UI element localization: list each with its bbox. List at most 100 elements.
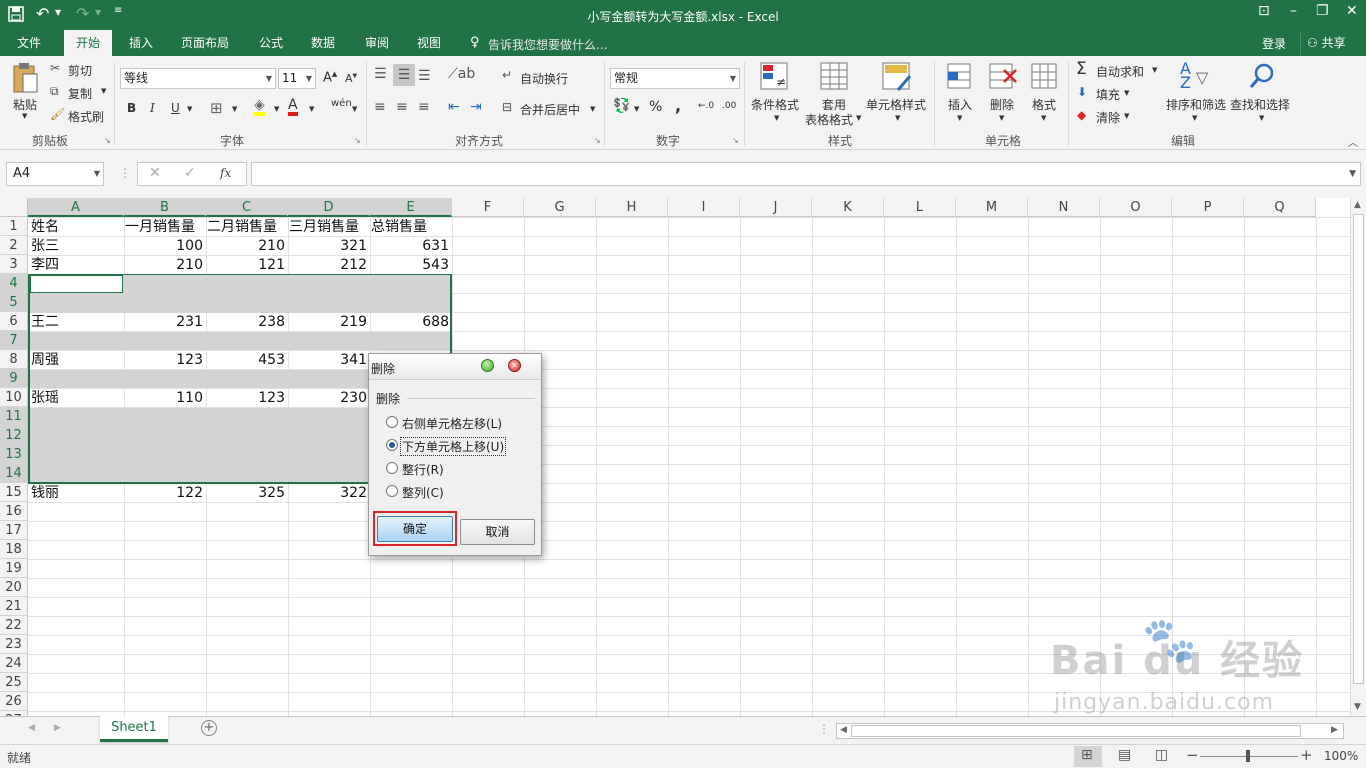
orientation-icon[interactable]: ⟋ab: [448, 66, 475, 82]
paste-icon[interactable]: [11, 62, 39, 94]
conditional-formatting-icon[interactable]: ≠: [760, 62, 790, 92]
copy-button[interactable]: 复制: [68, 85, 92, 102]
clipboard-launcher-icon[interactable]: ↘: [104, 136, 111, 145]
row-header-7[interactable]: 7: [0, 331, 28, 350]
tell-me-box[interactable]: 告诉我您想要做什么...: [488, 36, 607, 53]
undo-icon[interactable]: ↶: [36, 4, 49, 23]
restore-icon[interactable]: ❐: [1316, 3, 1329, 19]
tab-file[interactable]: 文件: [0, 30, 58, 56]
selected-range-row7[interactable]: [29, 332, 451, 350]
tab-insert[interactable]: 插入: [118, 30, 164, 56]
alignment-launcher-icon[interactable]: ↘: [594, 136, 601, 145]
cell-d10[interactable]: 230: [288, 389, 369, 408]
merge-dropdown-icon[interactable]: ▼: [590, 105, 595, 113]
insert-dropdown-icon[interactable]: ▼: [957, 114, 962, 122]
worksheet-grid[interactable]: ABCDEFGHIJKLMNOPQ 1 2 3 4 5 6 7 8 9 10 11 12 13 14 15 1…: [0, 198, 1350, 716]
login-link[interactable]: 登录: [1262, 35, 1286, 52]
cell-a1[interactable]: 姓名: [31, 218, 123, 237]
column-header-m[interactable]: M: [956, 198, 1028, 217]
number-launcher-icon[interactable]: ↘: [732, 136, 739, 145]
row-header-4[interactable]: 4: [0, 274, 28, 293]
cell-b10[interactable]: 110: [124, 389, 205, 408]
cell-e2[interactable]: 631: [370, 237, 451, 256]
number-format-combo[interactable]: 常规 ▼: [610, 68, 740, 89]
align-left-icon[interactable]: ≡: [374, 99, 386, 115]
wrap-text-button[interactable]: 自动换行: [520, 70, 568, 87]
cell-e6[interactable]: 688: [370, 313, 451, 332]
phonetic-button[interactable]: wén: [331, 98, 352, 109]
row-header-20[interactable]: 20: [0, 578, 28, 597]
fill-color-icon[interactable]: ◈: [254, 98, 265, 116]
format-button[interactable]: 格式: [1032, 96, 1056, 113]
row-header-2[interactable]: 2: [0, 236, 28, 255]
conditional-formatting-button[interactable]: 条件格式: [751, 96, 799, 113]
zoom-level[interactable]: 100%: [1324, 749, 1358, 763]
bold-button[interactable]: B: [127, 101, 136, 115]
cell-d3[interactable]: 212: [288, 256, 369, 275]
cell-a3[interactable]: 李四: [31, 256, 123, 275]
row-header-26[interactable]: 26: [0, 692, 28, 711]
tab-view[interactable]: 视图: [408, 30, 450, 56]
insert-cells-icon[interactable]: [946, 62, 974, 92]
font-launcher-icon[interactable]: ↘: [354, 136, 361, 145]
redo-icon[interactable]: ↷: [76, 4, 89, 23]
vertical-scroll-thumb[interactable]: [1353, 214, 1364, 684]
align-center-icon[interactable]: ≡: [396, 99, 408, 115]
cell-b6[interactable]: 231: [124, 313, 205, 332]
cell-a15[interactable]: 钱丽: [31, 484, 123, 503]
cell-d1[interactable]: 三月销售量: [289, 218, 370, 237]
column-header-d[interactable]: D: [288, 198, 370, 217]
cell-a10[interactable]: 张瑶: [31, 389, 123, 408]
delete-button[interactable]: 删除: [990, 96, 1014, 113]
column-header-o[interactable]: O: [1100, 198, 1172, 217]
row-header-25[interactable]: 25: [0, 673, 28, 692]
row-header-1[interactable]: 1: [0, 217, 28, 236]
sheet-prev-icon[interactable]: ◀: [28, 723, 35, 733]
paste-dropdown-icon[interactable]: ▼: [22, 112, 27, 120]
underline-button[interactable]: U: [171, 101, 180, 115]
row-header-11[interactable]: 11: [0, 407, 28, 426]
row-header-12[interactable]: 12: [0, 426, 28, 445]
font-name-combo[interactable]: 等线 ▼: [120, 68, 276, 89]
cell-d6[interactable]: 219: [288, 313, 369, 332]
row-header-9[interactable]: 9: [0, 369, 28, 388]
row-header-19[interactable]: 19: [0, 559, 28, 578]
decrease-decimal-icon[interactable]: .00: [722, 101, 736, 111]
conditional-dropdown-icon[interactable]: ▼: [774, 114, 779, 122]
format-as-table-label-2[interactable]: 表格格式: [805, 111, 853, 128]
expand-formula-icon[interactable]: ▼: [1349, 163, 1356, 185]
enter-icon[interactable]: ✓: [184, 165, 196, 181]
cell-c2[interactable]: 210: [206, 237, 287, 256]
cell-d15[interactable]: 322: [288, 484, 369, 503]
find-select-button[interactable]: 查找和选择: [1230, 96, 1290, 113]
ok-button[interactable]: 确定: [377, 516, 453, 542]
border-dropdown-icon[interactable]: ▼: [232, 105, 237, 113]
redo-dropdown-icon[interactable]: ▼: [95, 8, 101, 17]
cell-styles-dropdown-icon[interactable]: ▼: [895, 114, 900, 122]
cell-c3[interactable]: 121: [206, 256, 287, 275]
option-entire-row-label[interactable]: 整行(R): [402, 461, 444, 478]
cell-c10[interactable]: 123: [206, 389, 287, 408]
percent-button[interactable]: %: [649, 99, 662, 115]
row-header-8[interactable]: 8: [0, 350, 28, 369]
page-break-view-icon[interactable]: ◫: [1155, 747, 1168, 763]
zoom-out-icon[interactable]: −: [1186, 746, 1199, 764]
cancel-entry-icon[interactable]: ✕: [149, 165, 161, 181]
radio-entire-column[interactable]: [386, 485, 398, 497]
format-cells-icon[interactable]: [1030, 62, 1060, 92]
save-icon[interactable]: [8, 6, 24, 22]
share-button[interactable]: ⚇ 共享: [1300, 31, 1360, 55]
tab-review[interactable]: 审阅: [356, 30, 398, 56]
sort-dropdown-icon[interactable]: ▼: [1192, 114, 1197, 122]
paste-button[interactable]: 粘贴: [13, 96, 37, 113]
cell-b15[interactable]: 122: [124, 484, 205, 503]
format-as-table-dropdown-icon[interactable]: ▼: [856, 114, 861, 122]
align-middle-icon[interactable]: ☰: [393, 64, 415, 86]
cell-b3[interactable]: 210: [124, 256, 205, 275]
clear-button[interactable]: 清除: [1096, 109, 1120, 126]
cell-b2[interactable]: 100: [124, 237, 205, 256]
increase-font-icon[interactable]: A▲: [323, 70, 337, 85]
close-icon[interactable]: ✕: [1346, 3, 1358, 19]
scroll-down-icon[interactable]: ▼: [1354, 702, 1361, 712]
align-bottom-icon[interactable]: ☰: [418, 68, 431, 84]
